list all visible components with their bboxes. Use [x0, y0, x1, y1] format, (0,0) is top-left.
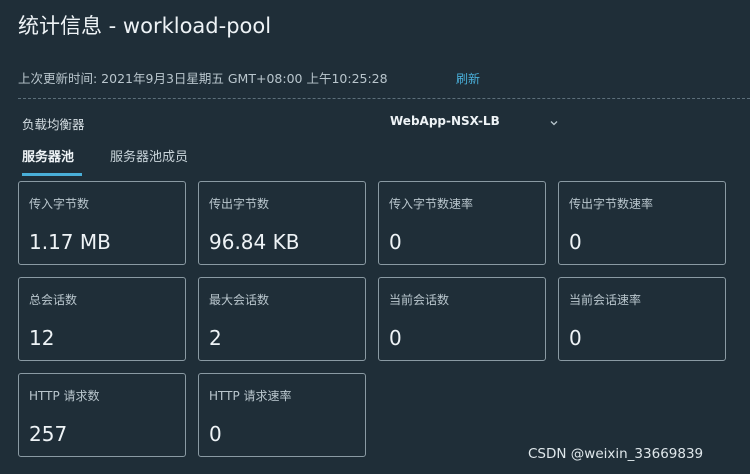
refresh-link[interactable]: 刷新 — [456, 70, 480, 87]
load-balancer-select[interactable]: WebApp-NSX-LB — [388, 112, 568, 132]
stat-value: 0 — [569, 326, 582, 350]
stat-label: 传入字节数速率 — [389, 197, 474, 211]
stat-card-max-sessions: 最大会话数 2 — [198, 277, 366, 361]
stat-card-bytes-out: 传出字节数 96.84 KB — [198, 181, 366, 265]
stat-value: 0 — [569, 230, 582, 254]
tab-label: 服务器池 — [22, 150, 75, 165]
chevron-down-icon — [548, 114, 560, 126]
stat-value: 0 — [209, 422, 222, 446]
load-balancer-label: 负载均衡器 — [22, 117, 85, 132]
dashed-divider — [18, 98, 750, 99]
stat-card-total-sessions: 总会话数 12 — [18, 277, 186, 361]
tab-label: 服务器池成员 — [110, 150, 189, 165]
watermark: CSDN @weixin_33669839 — [528, 446, 704, 462]
stat-card-http-request-rate: HTTP 请求速率 0 — [198, 373, 366, 457]
stat-card-bytes-in: 传入字节数 1.17 MB — [18, 181, 186, 265]
stat-value: 0 — [389, 230, 402, 254]
stat-value: 257 — [29, 422, 68, 446]
stat-label: 当前会话速率 — [569, 293, 642, 307]
stat-label: 最大会话数 — [209, 293, 270, 307]
stat-card-current-session-rate: 当前会话速率 0 — [558, 277, 726, 361]
stat-value: 0 — [389, 326, 402, 350]
stat-value: 1.17 MB — [29, 230, 111, 254]
stat-card-bytes-out-rate: 传出字节数速率 0 — [558, 181, 726, 265]
tab-server-pool-members[interactable]: 服务器池成员 — [110, 146, 188, 170]
tab-server-pool[interactable]: 服务器池 — [22, 146, 82, 176]
stat-value: 2 — [209, 326, 222, 350]
last-updated-text: 上次更新时间: 2021年9月3日星期五 GMT+08:00 上午10:25:2… — [18, 71, 388, 86]
tab-bar: 服务器池 服务器池成员 — [18, 140, 750, 176]
stat-label: 传出字节数 — [209, 197, 270, 211]
page-title: 统计信息 - workload-pool — [18, 14, 272, 38]
stat-label: HTTP 请求速率 — [209, 389, 292, 403]
stat-label: 传入字节数 — [29, 197, 90, 211]
stat-card-bytes-in-rate: 传入字节数速率 0 — [378, 181, 546, 265]
stat-card-http-requests: HTTP 请求数 257 — [18, 373, 186, 457]
stat-label: 总会话数 — [29, 293, 78, 307]
stat-value: 96.84 KB — [209, 230, 300, 254]
stat-label: 传出字节数速率 — [569, 197, 654, 211]
active-tab-indicator — [22, 173, 82, 176]
stat-card-current-sessions: 当前会话数 0 — [378, 277, 546, 361]
stat-label: HTTP 请求数 — [29, 389, 100, 403]
stat-value: 12 — [29, 326, 55, 350]
stat-label: 当前会话数 — [389, 293, 450, 307]
load-balancer-selected-value: WebApp-NSX-LB — [390, 114, 500, 128]
